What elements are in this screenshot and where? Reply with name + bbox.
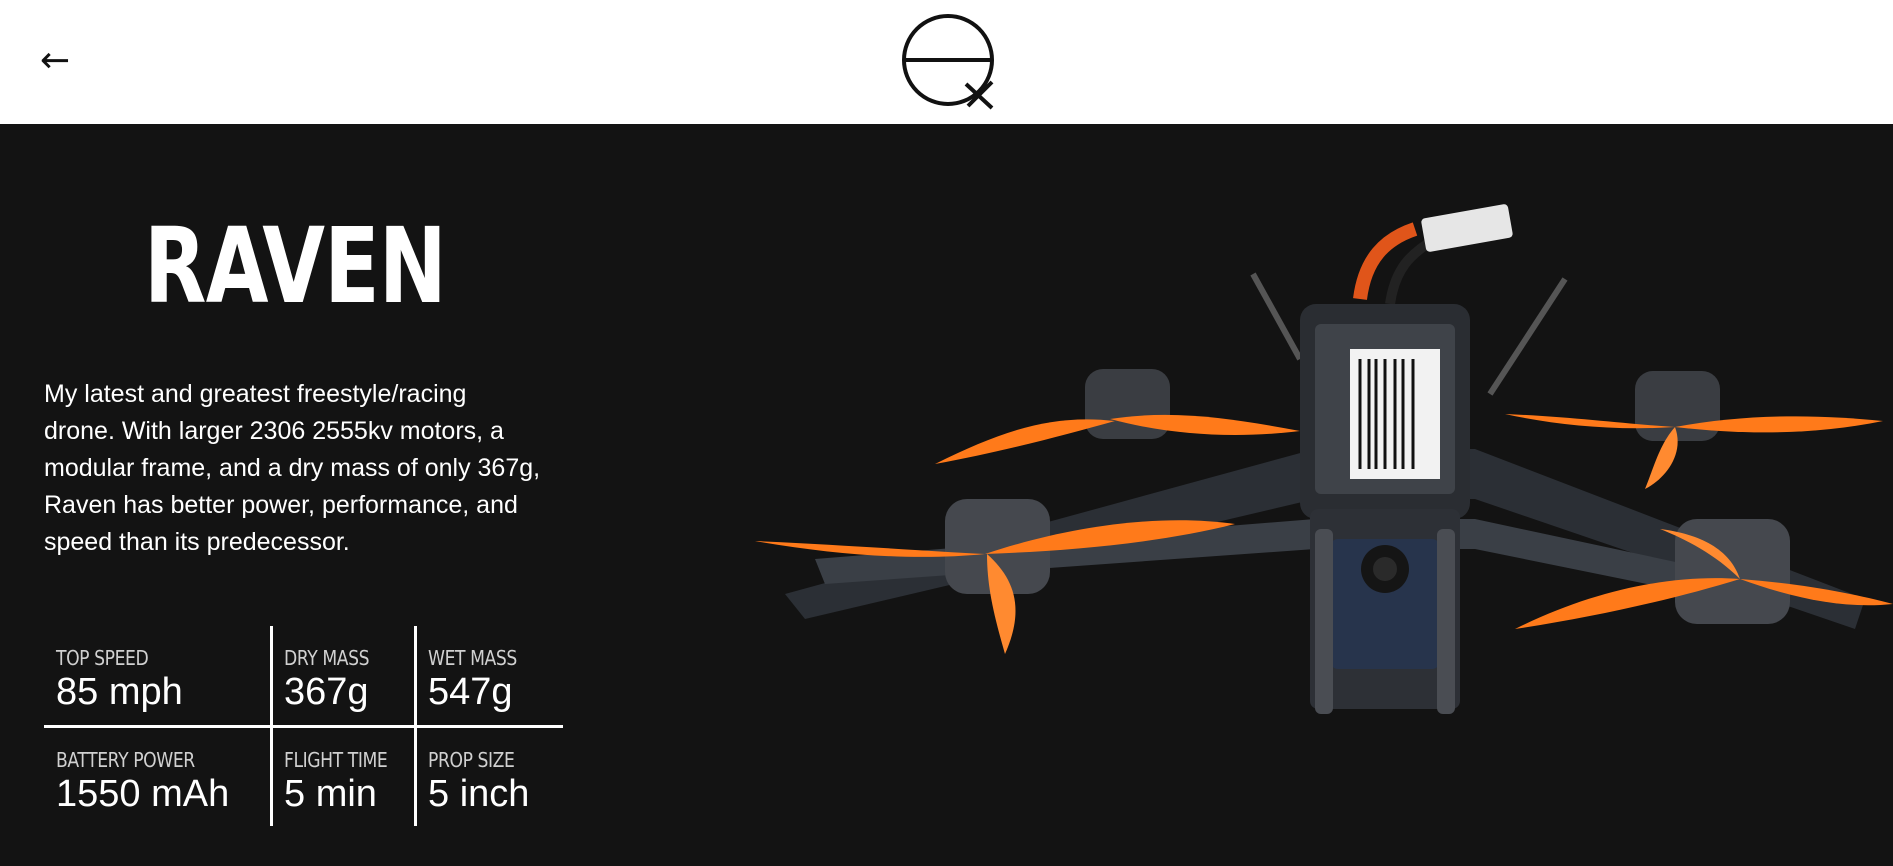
stat-flight-time: FLIGHT TIME 5 min [272,748,416,816]
stat-value: 85 mph [56,671,183,713]
product-description: My latest and greatest freestyle/racing … [44,380,541,556]
stat-value: 1550 mAh [56,773,230,815]
stat-value: 5 inch [428,773,530,815]
stat-dry-mass: DRY MASS 367g [272,646,416,714]
stat-wet-mass: WET MASS 547g [416,646,563,714]
back-arrow-icon[interactable]: ← [40,40,82,82]
product-section: RAVEN My latest and greatest freestyle/r… [0,124,1893,866]
drone-image [755,204,1893,714]
top-bar: ← [0,0,1893,124]
divider [44,725,563,728]
stat-top-speed: TOP SPEED 85 mph [44,646,272,714]
stat-label: PROP SIZE [428,748,515,772]
stat-label: TOP SPEED [56,646,149,670]
stat-prop-size: PROP SIZE 5 inch [416,748,563,816]
stat-label: WET MASS [428,646,517,670]
stats-grid: TOP SPEED 85 mph DRY MASS 367g WET MASS … [44,626,563,826]
stat-label: FLIGHT TIME [284,748,388,772]
stat-value: 547g [428,671,513,713]
product-title: RAVEN [144,205,447,327]
stat-battery-power: BATTERY POWER 1550 mAh [44,748,272,816]
stat-value: 367g [284,671,369,713]
stat-label: BATTERY POWER [56,748,195,772]
stat-label: DRY MASS [284,646,370,670]
stat-value: 5 min [284,773,377,815]
logo[interactable] [898,12,1002,112]
